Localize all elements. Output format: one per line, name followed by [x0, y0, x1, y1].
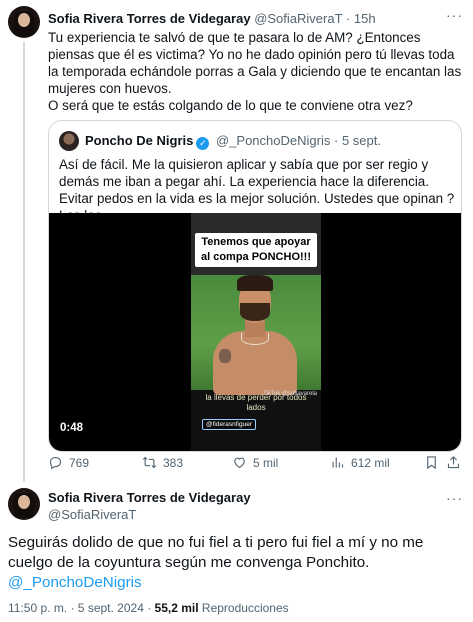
- quote-header: Poncho De Nigris ✓ @_PonchoDeNigris · 5 s…: [85, 133, 381, 150]
- quoted-tweet-card[interactable]: Poncho De Nigris ✓ @_PonchoDeNigris · 5 s…: [48, 120, 462, 452]
- views-count: 612 mil: [351, 455, 390, 470]
- share-icon: [447, 456, 460, 469]
- tweet2-mention-link[interactable]: @_PonchoDeNigris: [8, 573, 464, 593]
- tweet2-handle[interactable]: @SofiaRiveraT: [48, 507, 136, 522]
- tweet1-header: Sofia Rivera Torres de Videgaray @SofiaR…: [48, 11, 376, 26]
- tweet2-more-icon[interactable]: ···: [446, 490, 463, 506]
- share-button[interactable]: [446, 455, 461, 470]
- video-caption-top: Tenemos que apoyar al compa PONCHO!!!: [195, 233, 317, 267]
- tweet2-author-name[interactable]: Sofia Rivera Torres de Videgaray: [48, 490, 251, 505]
- tweet1-text-paragraph-2: O será que te estás colgando de lo que t…: [48, 98, 413, 113]
- bookmark-button[interactable]: [424, 455, 439, 470]
- quote-avatar: [59, 131, 79, 151]
- quote-video-player[interactable]: Tenemos que apoyar al compa PONCHO!!! la…: [49, 213, 461, 451]
- quote-time: 5 sept.: [341, 133, 381, 148]
- tweet1-action-bar: 769 383 5 mil 612 mil: [48, 455, 462, 475]
- retweet-count: 383: [163, 455, 184, 470]
- quote-author-name: Poncho De Nigris: [85, 133, 194, 148]
- tweet1-more-icon[interactable]: ···: [446, 7, 463, 23]
- thread-connector-line: [23, 42, 25, 482]
- tweet1-handle[interactable]: @SofiaRiveraT: [254, 11, 342, 26]
- video-user-tag: @fiderasnfiguer: [202, 419, 256, 430]
- views-button[interactable]: 612 mil: [330, 455, 390, 470]
- video-duration: 0:48: [60, 422, 84, 434]
- like-count: 5 mil: [253, 455, 279, 470]
- like-icon: [234, 457, 245, 469]
- like-button[interactable]: 5 mil: [232, 455, 278, 470]
- bookmark-icon: [427, 456, 436, 470]
- reply-count: 769: [69, 455, 90, 470]
- video-thumbnail: Tenemos que apoyar al compa PONCHO!!! la…: [191, 213, 321, 451]
- tweet2-meta: 11:50 p. m. · 5 sept. 2024 · 55,2 mil Re…: [8, 601, 289, 615]
- tweet2-views-count: 55,2 mil: [154, 601, 199, 615]
- tweet1-time[interactable]: 15h: [354, 11, 376, 26]
- reply-button[interactable]: 769: [48, 455, 89, 470]
- tiktok-watermark: TikTok @sofiavarela: [263, 391, 317, 397]
- reply-icon: [49, 456, 62, 470]
- verified-badge-icon: ✓: [196, 137, 210, 150]
- tweet2-text: Seguirás dolido de que no fui fiel a ti …: [8, 533, 464, 593]
- views-icon: [332, 457, 344, 468]
- tweet2-timestamp[interactable]: 11:50 p. m. · 5 sept. 2024 ·: [8, 601, 151, 615]
- tweet2-text-body: Seguirás dolido de que no fui fiel a ti …: [8, 534, 424, 571]
- tweet2-views-label: Reproducciones: [201, 601, 289, 615]
- tweet1-separator: ·: [345, 11, 351, 26]
- tweet1-avatar[interactable]: [8, 6, 40, 38]
- tweet1-text: Tu experiencia te salvó de que te pasara…: [48, 29, 462, 114]
- video-person-image: [205, 275, 305, 395]
- tweet1-text-paragraph-1: Tu experiencia te salvó de que te pasara…: [48, 30, 462, 96]
- tweet1-author-name[interactable]: Sofia Rivera Torres de Videgaray: [48, 11, 251, 26]
- retweet-icon: [142, 456, 157, 469]
- quote-separator: ·: [333, 133, 339, 148]
- retweet-button[interactable]: 383: [142, 455, 183, 470]
- tweet2-avatar[interactable]: [8, 488, 40, 520]
- quote-handle: @_PonchoDeNigris: [215, 133, 331, 148]
